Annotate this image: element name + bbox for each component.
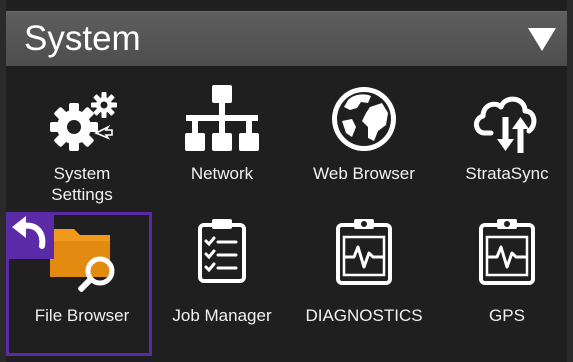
tile-label: Job Manager [172,306,272,325]
tile-label: DIAGNOSTICS [305,306,423,325]
tile-network[interactable]: Network [157,83,287,215]
tile-label: File Browser [34,306,130,325]
network-icon [185,85,259,151]
back-arrow-icon [12,216,46,249]
tile-label: Web Browser [313,164,415,183]
tile-web-browser[interactable]: Web Browser [299,83,429,215]
tile-label: GPS [489,306,525,325]
tile-diagnostics[interactable]: DIAGNOSTICS [299,215,429,347]
tile-gps[interactable]: GPS [442,215,572,347]
clipboard-checklist-icon [198,219,246,283]
gear-icon [50,92,117,151]
tile-label: StrataSync [465,164,549,183]
dropdown-caret-icon[interactable] [527,26,557,52]
tile-stratasync[interactable]: StrataSync [442,83,572,215]
globe-icon [332,87,396,151]
tile-label-line2: Settings [51,185,113,204]
back-button[interactable] [6,212,54,259]
folder-search-icon [50,229,115,292]
clipboard-pulse-icon [479,219,535,285]
header-bar[interactable]: System [6,11,567,66]
page-title: System [24,19,141,58]
tile-label: Network [190,164,254,183]
cloud-sync-icon [474,96,537,153]
tile-system-settings[interactable]: System Settings [17,83,147,215]
clipboard-pulse-icon [336,219,392,285]
tile-label: System [53,164,111,183]
tile-job-manager[interactable]: Job Manager [157,215,287,347]
